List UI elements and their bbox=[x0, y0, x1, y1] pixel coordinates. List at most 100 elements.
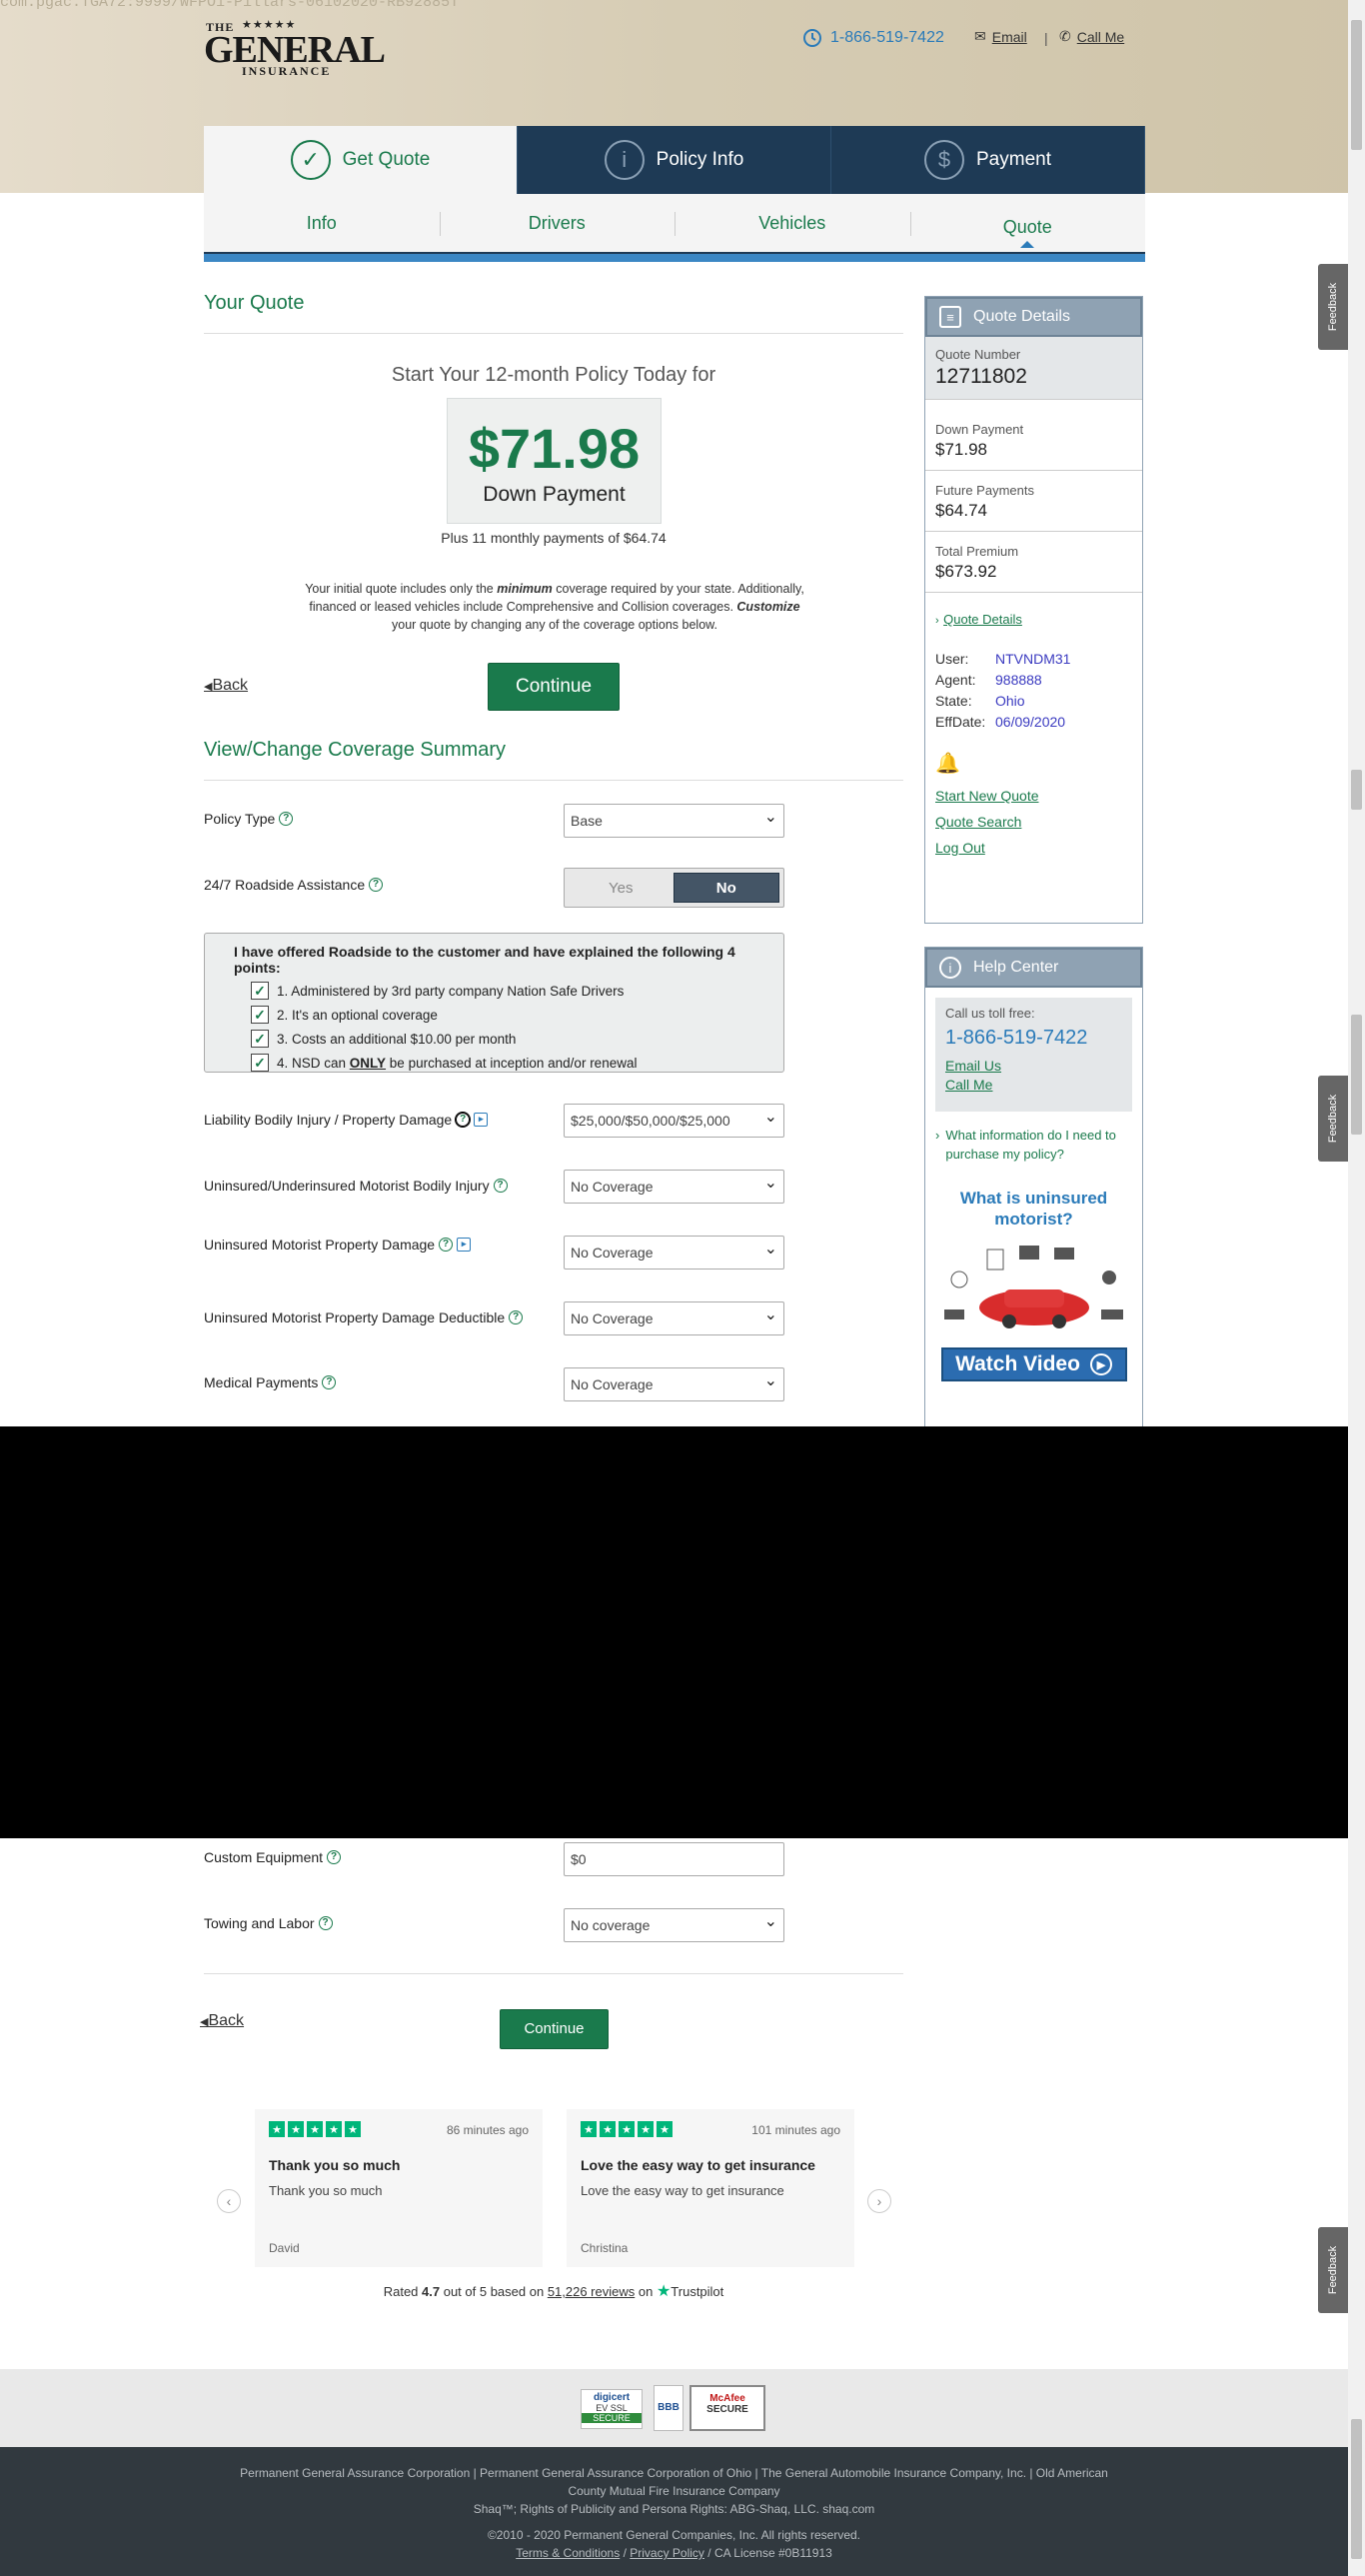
header-email-link[interactable]: ✉ Email bbox=[974, 28, 1027, 45]
step-policy-info[interactable]: i Policy Info bbox=[518, 126, 831, 194]
uninsured-motorist-illustration bbox=[943, 1246, 1123, 1328]
help-contact-box: Call us toll free: 1-866-519-7422 Email … bbox=[935, 998, 1132, 1112]
help-icon[interactable]: ? bbox=[327, 1850, 342, 1864]
step-get-quote[interactable]: ✓ Get Quote bbox=[204, 126, 518, 194]
um-bi-select[interactable]: No Coverage bbox=[564, 1170, 784, 1204]
watch-video-button[interactable]: Watch Video ▶ bbox=[940, 1347, 1127, 1381]
roadside-yes[interactable]: Yes bbox=[569, 873, 674, 903]
bell-icon[interactable]: 🔔 bbox=[935, 751, 1132, 776]
scrollbar-thumb[interactable] bbox=[1351, 2419, 1362, 2559]
scrollbar-thumb[interactable] bbox=[1351, 20, 1362, 150]
roadside-point[interactable]: ✓ 3. Costs an additional $10.00 per month bbox=[251, 1030, 783, 1048]
tab-quote[interactable]: Quote bbox=[909, 194, 1146, 252]
tab-drivers[interactable]: Drivers bbox=[439, 194, 676, 252]
help-icon[interactable]: ? bbox=[369, 878, 384, 892]
help-icon[interactable]: ? bbox=[439, 1238, 454, 1252]
badge-text: digicert bbox=[593, 2392, 631, 2403]
header-phone[interactable]: 1-866-519-7422 bbox=[802, 28, 944, 48]
digicert-badge[interactable]: digicert EV SSL SECURE bbox=[581, 2389, 643, 2429]
tab-vehicles[interactable]: Vehicles bbox=[675, 194, 910, 252]
link-text: Quote Search bbox=[935, 814, 1022, 830]
five-stars-icon: ★ ★ ★ ★ ★ bbox=[581, 2121, 676, 2137]
feedback-tab[interactable]: Feedback bbox=[1318, 1076, 1348, 1162]
help-icon[interactable]: ? bbox=[509, 1310, 524, 1324]
roadside-point[interactable]: ✓ 2. It's an optional coverage bbox=[251, 1006, 783, 1024]
review-title: Thank you so much bbox=[269, 2157, 401, 2173]
feedback-tab[interactable]: Feedback bbox=[1318, 264, 1348, 350]
info-needed-link[interactable]: › What information do I need to purchase … bbox=[935, 1126, 1132, 1164]
help-icon[interactable]: ? bbox=[455, 1112, 472, 1128]
roadside-toggle[interactable]: Yes No bbox=[564, 868, 784, 908]
policy-type-select[interactable]: Base bbox=[564, 804, 784, 838]
checkbox-checked[interactable]: ✓ bbox=[251, 1030, 269, 1048]
checkbox-checked[interactable]: ✓ bbox=[251, 982, 269, 1000]
feedback-text: Feedback bbox=[1327, 1094, 1339, 1144]
reviews-count-link[interactable]: 51,226 reviews bbox=[548, 2284, 635, 2299]
trustpilot-rating: Rated 4.7 out of 5 based on 51,226 revie… bbox=[204, 2281, 903, 2301]
roadside-point[interactable]: ✓ 1. Administered by 3rd party company Na… bbox=[251, 982, 783, 1000]
help-phone[interactable]: 1-866-519-7422 bbox=[945, 1027, 1122, 1050]
mcafee-badge[interactable]: McAfee SECURE bbox=[689, 2385, 765, 2431]
continue-button[interactable]: Continue bbox=[488, 663, 620, 711]
um-pd-deductible-select[interactable]: No Coverage bbox=[564, 1301, 784, 1335]
badge-text: SECURE bbox=[706, 2404, 748, 2415]
privacy-link[interactable]: Privacy Policy bbox=[630, 2546, 704, 2560]
video-icon[interactable]: ▸ bbox=[474, 1113, 489, 1127]
step-payment[interactable]: $ Payment bbox=[831, 126, 1145, 194]
divider bbox=[204, 780, 903, 781]
page: com.pgac.TGA72:9999/WFPO1-Pillars-061020… bbox=[0, 0, 1365, 2576]
general-logo[interactable]: THE ★★★★★ GENERAL INSURANCE bbox=[204, 18, 386, 78]
scrollbar[interactable] bbox=[1348, 0, 1365, 2576]
trustpilot-logo[interactable]: Trustpilot bbox=[671, 2284, 723, 2299]
step-label: Policy Info bbox=[656, 149, 744, 170]
roadside-point[interactable]: ✓ 4. NSD can ONLY be purchased at incepti… bbox=[251, 1054, 783, 1072]
quote-search-link[interactable]: Quote Search bbox=[935, 814, 1132, 832]
down-payment-amount: $71.98 bbox=[468, 417, 641, 480]
um-pd-select[interactable]: No Coverage bbox=[564, 1236, 784, 1270]
review-author: David bbox=[269, 2241, 300, 2255]
scrollbar-thumb[interactable] bbox=[1351, 770, 1362, 810]
log-out-link[interactable]: Log Out bbox=[935, 840, 1132, 858]
bbb-badge[interactable]: BBB bbox=[654, 2385, 683, 2431]
redacted-region bbox=[0, 1426, 1365, 1838]
state-row: State: Ohio bbox=[935, 693, 1132, 714]
medical-payments-select[interactable]: No Coverage bbox=[564, 1367, 784, 1401]
meta-key: Agent: bbox=[935, 672, 976, 688]
help-icon[interactable]: ? bbox=[493, 1179, 508, 1193]
five-stars-icon: ★ ★ ★ ★ ★ bbox=[269, 2121, 364, 2137]
input-value: $0 bbox=[571, 1851, 587, 1867]
help-icon[interactable]: ? bbox=[279, 812, 294, 826]
help-call-me-link[interactable]: Call Me bbox=[945, 1077, 1122, 1093]
chevron-right-icon[interactable]: › bbox=[867, 2189, 891, 2213]
header-call-me-text: Call Me bbox=[1076, 28, 1125, 45]
review-time: 101 minutes ago bbox=[751, 2123, 840, 2137]
roadside-no[interactable]: No bbox=[673, 873, 779, 903]
tab-info[interactable]: Info bbox=[204, 194, 440, 252]
meta-key: State: bbox=[935, 693, 972, 709]
video-icon[interactable]: ▸ bbox=[457, 1238, 472, 1252]
header-call-me-link[interactable]: ✆ Call Me bbox=[1059, 28, 1124, 45]
email-us-link[interactable]: Email Us bbox=[945, 1058, 1122, 1074]
towing-select[interactable]: No coverage bbox=[564, 1908, 784, 1942]
review-card[interactable]: ★ ★ ★ ★ ★ 101 minutes ago Love the easy way … bbox=[567, 2109, 854, 2267]
checkbox-checked[interactable]: ✓ bbox=[251, 1054, 269, 1072]
review-title: Love the easy way to get insurance bbox=[581, 2157, 815, 2173]
help-icon[interactable]: ? bbox=[318, 1916, 333, 1930]
terms-link[interactable]: Terms & Conditions bbox=[516, 2546, 620, 2560]
quote-details-link[interactable]: › Quote Details bbox=[935, 611, 1132, 629]
promo-title: What is uninsured motorist? bbox=[959, 1189, 1108, 1229]
start-new-quote-link[interactable]: Start New Quote bbox=[935, 788, 1132, 806]
scrollbar-thumb[interactable] bbox=[1351, 1015, 1362, 1135]
liability-select[interactable]: $25,000/$50,000/$25,000 bbox=[564, 1104, 784, 1138]
continue-button-bottom[interactable]: Continue bbox=[500, 2009, 609, 2049]
custom-equipment-input[interactable]: $0 bbox=[564, 1842, 784, 1876]
point-text: 4. NSD can ONLY be purchased at inceptio… bbox=[277, 1056, 637, 1071]
feedback-tab[interactable]: Feedback bbox=[1318, 2227, 1348, 2313]
review-card[interactable]: ★ ★ ★ ★ ★ 86 minutes ago Thank you so much T… bbox=[255, 2109, 543, 2267]
help-icon[interactable]: ? bbox=[322, 1375, 337, 1389]
back-link[interactable]: ◀Back bbox=[204, 677, 248, 695]
back-link[interactable]: ◀Back bbox=[200, 2012, 244, 2030]
medical-payments-label: Medical Payments? bbox=[204, 1374, 337, 1390]
checkbox-checked[interactable]: ✓ bbox=[251, 1006, 269, 1024]
chevron-left-icon[interactable]: ‹ bbox=[217, 2189, 241, 2213]
